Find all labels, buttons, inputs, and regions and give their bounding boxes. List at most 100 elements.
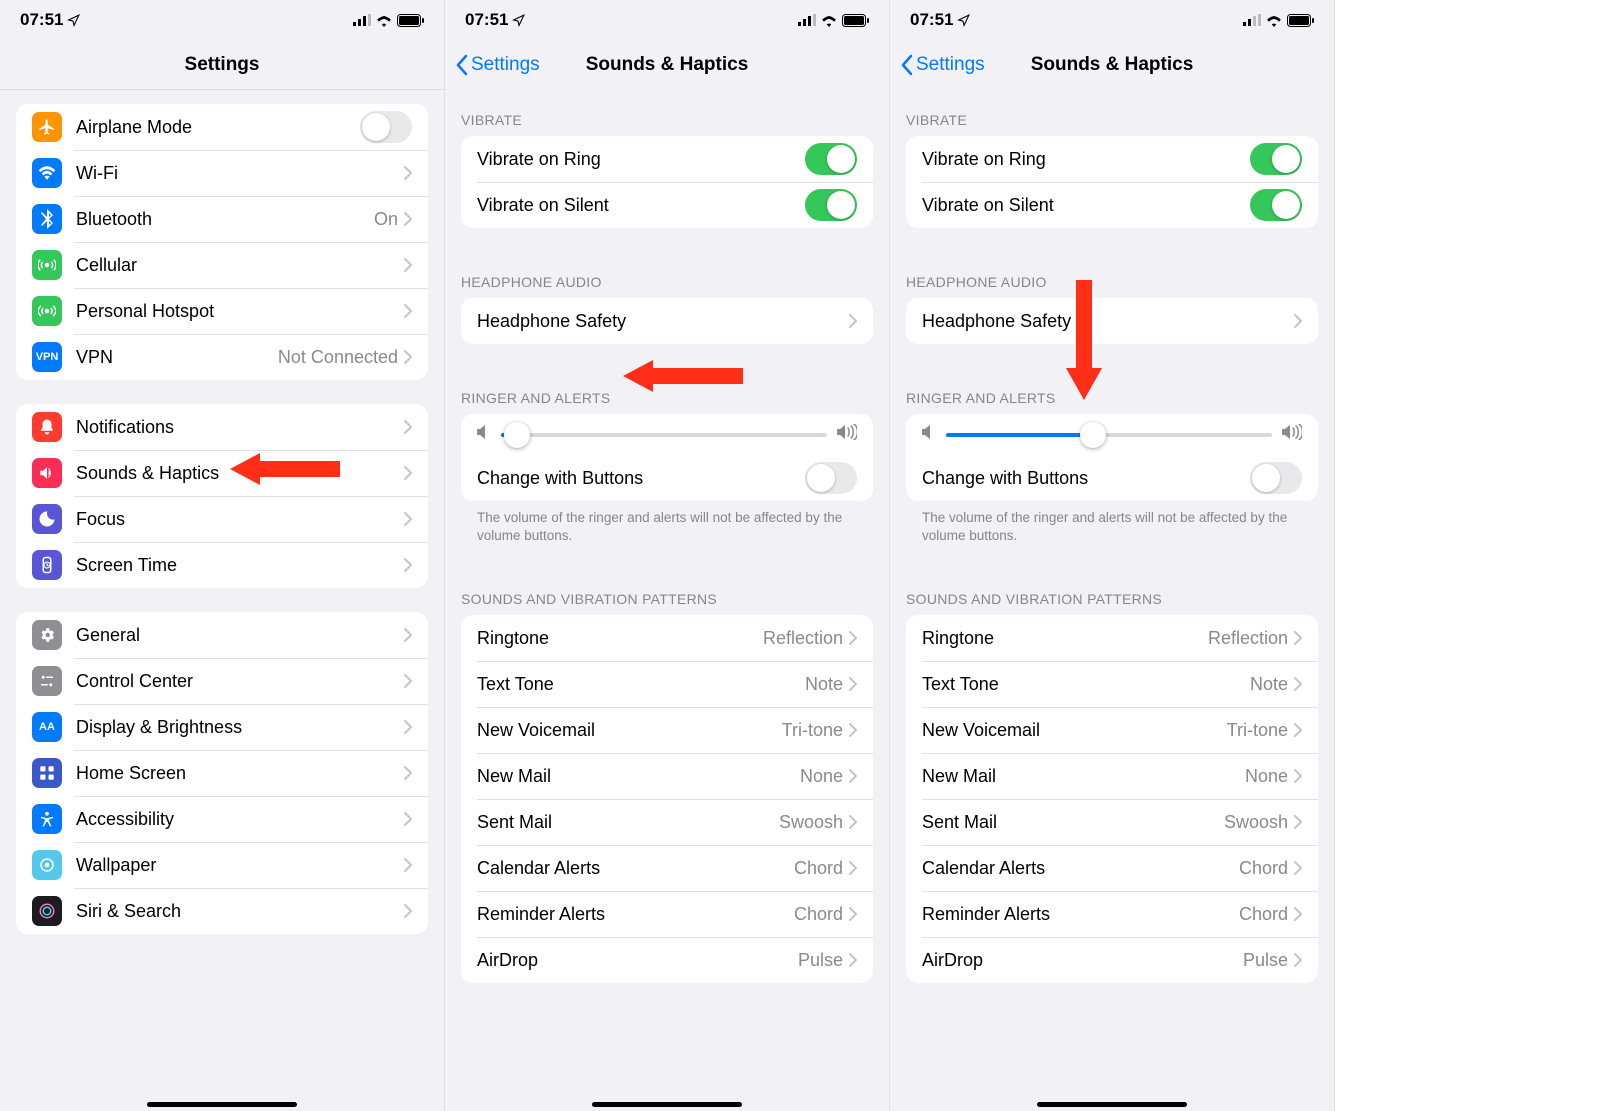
sound-pattern-row[interactable]: Reminder AlertsChord [461, 891, 873, 937]
cell-label: New Voicemail [922, 720, 1227, 741]
change-with-buttons-toggle[interactable] [805, 462, 857, 494]
sound-pattern-row[interactable]: Calendar AlertsChord [906, 845, 1318, 891]
speaker-high-icon [1282, 424, 1302, 445]
home-indicator[interactable] [1037, 1102, 1187, 1107]
status-bar: 07:51 [890, 0, 1334, 40]
ringer-volume-row [906, 414, 1318, 455]
cell-label: Headphone Safety [922, 311, 1294, 332]
sounds-haptics-screen-low: 07:51 Settings Sounds & Haptics VIBRATE … [445, 0, 890, 1111]
sound-pattern-row[interactable]: Text ToneNote [461, 661, 873, 707]
sound-pattern-row[interactable]: Calendar AlertsChord [461, 845, 873, 891]
siri-row[interactable]: Siri & Search [16, 888, 428, 934]
cell-label: VPN [76, 347, 278, 368]
cell-label: Bluetooth [76, 209, 374, 230]
change-with-buttons-row[interactable]: Change with Buttons [461, 455, 873, 501]
wifi-row[interactable]: Wi-Fi [16, 150, 428, 196]
homescreen-icon [32, 758, 62, 788]
cell-label: Airplane Mode [76, 117, 360, 138]
vibrate-on-ring-toggle[interactable] [1250, 143, 1302, 175]
sound-pattern-row[interactable]: New MailNone [906, 753, 1318, 799]
sound-pattern-row[interactable]: New VoicemailTri-tone [461, 707, 873, 753]
page-title: Settings [185, 54, 260, 76]
sound-pattern-row[interactable]: Text ToneNote [906, 661, 1318, 707]
change-with-buttons-toggle[interactable] [1250, 462, 1302, 494]
accessibility-row[interactable]: Accessibility [16, 796, 428, 842]
cell-label: Calendar Alerts [922, 858, 1239, 879]
cell-label: Ringtone [477, 628, 763, 649]
status-bar: 07:51 [445, 0, 889, 40]
sound-pattern-row[interactable]: Sent MailSwoosh [461, 799, 873, 845]
sound-pattern-row[interactable]: Reminder AlertsChord [906, 891, 1318, 937]
sounds-row[interactable]: Sounds & Haptics [16, 450, 428, 496]
vibrate-on-silent-row[interactable]: Vibrate on Silent [906, 182, 1318, 228]
vibrate-on-ring-row[interactable]: Vibrate on Ring [906, 136, 1318, 182]
chevron-right-icon [404, 166, 412, 180]
general-row[interactable]: General [16, 612, 428, 658]
siri-icon [32, 896, 62, 926]
headphone-safety-row[interactable]: Headphone Safety [461, 298, 873, 344]
patterns-header: SOUNDS AND VIBRATION PATTERNS [890, 569, 1334, 615]
cell-label: Focus [76, 509, 404, 530]
cell-label: Screen Time [76, 555, 404, 576]
sound-pattern-row[interactable]: RingtoneReflection [906, 615, 1318, 661]
chevron-right-icon [1294, 769, 1302, 783]
home-indicator[interactable] [592, 1102, 742, 1107]
cell-label: New Voicemail [477, 720, 782, 741]
cell-label: General [76, 625, 404, 646]
vibrate-on-silent-toggle[interactable] [1250, 189, 1302, 221]
airplane-toggle[interactable] [360, 111, 412, 143]
chevron-right-icon [1294, 631, 1302, 645]
sounds-icon [32, 458, 62, 488]
headphone-safety-row[interactable]: Headphone Safety [906, 298, 1318, 344]
chevron-right-icon [404, 512, 412, 526]
back-button[interactable]: Settings [900, 54, 985, 76]
chevron-right-icon [1294, 723, 1302, 737]
page-title: Sounds & Haptics [1031, 54, 1194, 76]
vibrate-on-silent-row[interactable]: Vibrate on Silent [461, 182, 873, 228]
sound-pattern-row[interactable]: New VoicemailTri-tone [906, 707, 1318, 753]
sound-pattern-row[interactable]: AirDropPulse [906, 937, 1318, 983]
hotspot-row[interactable]: Personal Hotspot [16, 288, 428, 334]
cellular-row[interactable]: Cellular [16, 242, 428, 288]
cell-label: Vibrate on Ring [922, 149, 1250, 170]
cell-label: Control Center [76, 671, 404, 692]
cell-label: AirDrop [477, 950, 798, 971]
vibrate-header: VIBRATE [445, 90, 889, 136]
back-button[interactable]: Settings [455, 54, 540, 76]
cell-label: New Mail [922, 766, 1245, 787]
chevron-right-icon [404, 812, 412, 826]
change-with-buttons-row[interactable]: Change with Buttons [906, 455, 1318, 501]
chevron-right-icon [404, 466, 412, 480]
bluetooth-row[interactable]: BluetoothOn [16, 196, 428, 242]
cell-label: Wi-Fi [76, 163, 404, 184]
slider-thumb[interactable] [1080, 422, 1106, 448]
vibrate-on-silent-toggle[interactable] [805, 189, 857, 221]
controlcenter-row[interactable]: Control Center [16, 658, 428, 704]
cell-label: Wallpaper [76, 855, 404, 876]
location-icon [957, 14, 970, 27]
notifications-row[interactable]: Notifications [16, 404, 428, 450]
volume-slider[interactable] [501, 433, 827, 437]
screentime-row[interactable]: Screen Time [16, 542, 428, 588]
chevron-right-icon [849, 907, 857, 921]
vibrate-on-ring-toggle[interactable] [805, 143, 857, 175]
volume-slider[interactable] [946, 433, 1272, 437]
sound-pattern-row[interactable]: Sent MailSwoosh [906, 799, 1318, 845]
screentime-icon [32, 550, 62, 580]
cell-value: Note [805, 674, 843, 695]
bluetooth-icon [32, 204, 62, 234]
display-row[interactable]: AADisplay & Brightness [16, 704, 428, 750]
airplane-row[interactable]: Airplane Mode [16, 104, 428, 150]
homescreen-row[interactable]: Home Screen [16, 750, 428, 796]
chevron-right-icon [849, 815, 857, 829]
vpn-row[interactable]: VPNVPNNot Connected [16, 334, 428, 380]
vibrate-on-ring-row[interactable]: Vibrate on Ring [461, 136, 873, 182]
home-indicator[interactable] [147, 1102, 297, 1107]
sound-pattern-row[interactable]: RingtoneReflection [461, 615, 873, 661]
sound-pattern-row[interactable]: New MailNone [461, 753, 873, 799]
focus-row[interactable]: Focus [16, 496, 428, 542]
wallpaper-row[interactable]: Wallpaper [16, 842, 428, 888]
slider-thumb[interactable] [504, 422, 530, 448]
chevron-right-icon [404, 766, 412, 780]
sound-pattern-row[interactable]: AirDropPulse [461, 937, 873, 983]
